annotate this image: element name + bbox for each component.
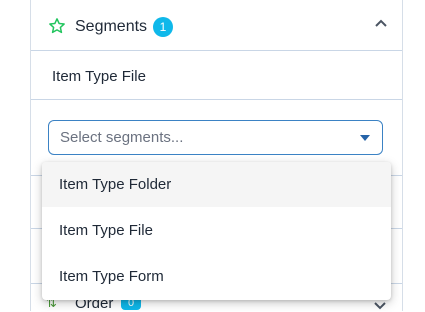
segments-dropdown-menu: Item Type Folder Item Type File Item Typ… <box>42 162 391 300</box>
segment-option-label: Item Type Folder <box>59 176 172 193</box>
segments-title: Segments <box>75 18 148 35</box>
segment-option-label: Item Type File <box>59 222 153 239</box>
caret-down-icon <box>360 135 370 141</box>
chevron-down-icon[interactable] <box>374 302 386 310</box>
segments-count-badge: 1 <box>153 17 173 37</box>
segments-select-placeholder: Select segments... <box>60 129 184 146</box>
segment-option[interactable]: Item Type File <box>42 208 391 253</box>
segment-option[interactable]: Item Type Folder <box>42 162 391 207</box>
segments-select[interactable]: Select segments... <box>48 120 383 155</box>
selected-segment-label: Item Type File <box>52 68 146 85</box>
segments-section-header[interactable]: Segments 1 <box>31 0 402 51</box>
chevron-up-icon[interactable] <box>374 18 388 28</box>
star-icon <box>49 18 65 34</box>
segment-option-label: Item Type Form <box>59 268 164 285</box>
segment-option[interactable]: Item Type Form <box>42 254 391 299</box>
selected-segment-row: Item Type File <box>31 52 402 100</box>
